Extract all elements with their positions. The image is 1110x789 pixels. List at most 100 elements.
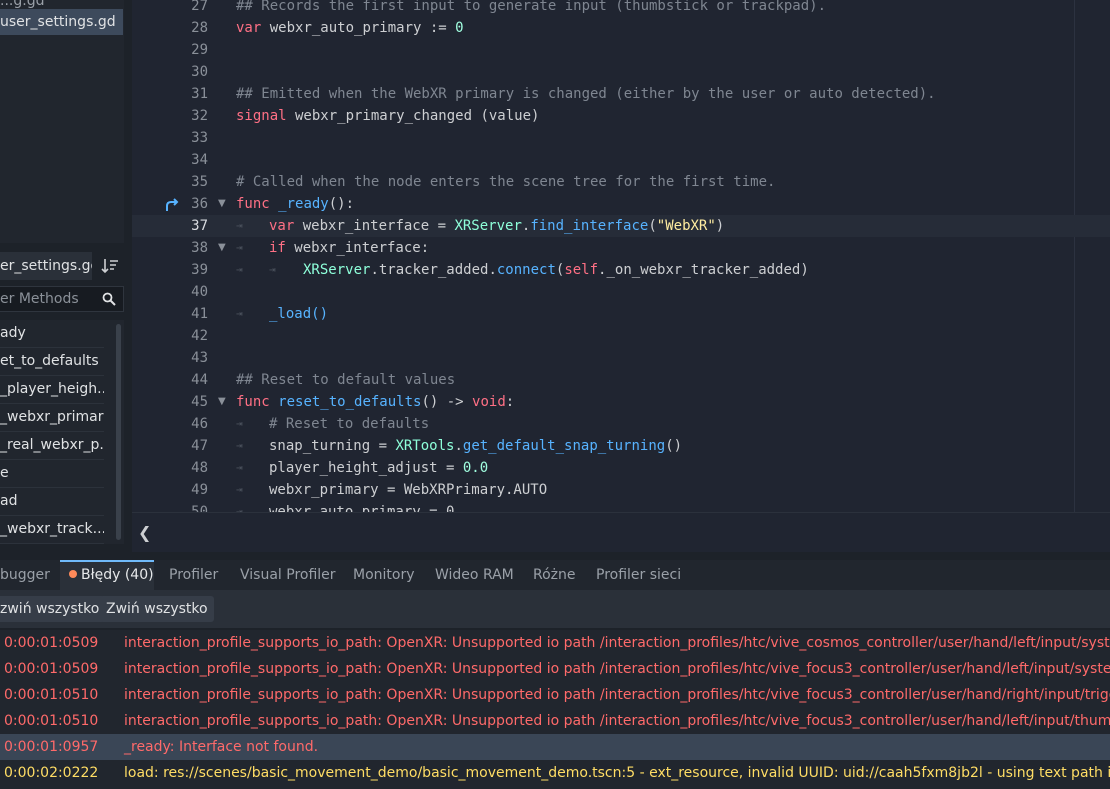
error-row[interactable]: 0:00:01:0510 interaction_profile_support… <box>0 708 1110 734</box>
bottom-panel-tabs: bugger Błędy (40) Profiler Visual Profil… <box>0 560 1110 590</box>
code-line: 29 <box>132 39 1110 61</box>
methods-scrollbar[interactable] <box>116 324 121 540</box>
line-number: 28 <box>191 20 208 36</box>
error-message: interaction_profile_supports_io_path: Op… <box>124 713 1110 729</box>
code-text: ## Reset to default values <box>236 372 456 388</box>
code-line: 48 ⇥ player_height_adjust = 0.0 <box>132 457 1110 479</box>
error-row[interactable]: 0:00:01:0509 interaction_profile_support… <box>0 656 1110 682</box>
tab-profiler[interactable]: Profiler <box>169 560 218 590</box>
error-time: 0:00:01:0957 <box>4 739 99 755</box>
line-number: 37 <box>191 218 208 234</box>
tab-debugger[interactable]: bugger <box>0 560 58 590</box>
code-line: 40 <box>132 281 1110 303</box>
code-text: XRServer.tracker_added.connect(self._on_… <box>303 262 809 278</box>
current-script-name: er_settings.gd <box>0 252 92 280</box>
line-number: 34 <box>191 152 208 168</box>
tab-visual-profiler[interactable]: Visual Profiler <box>240 560 336 590</box>
code-text: ## Emitted when the WebXR primary is cha… <box>236 86 936 102</box>
filter-methods-input[interactable]: er Methods <box>0 286 124 312</box>
error-row[interactable]: 0:00:01:0510 interaction_profile_support… <box>0 682 1110 708</box>
code-line: 39 ⇥ ⇥ XRServer.tracker_added.connect(se… <box>132 259 1110 281</box>
panel-splitter[interactable] <box>124 0 132 552</box>
error-time: 0:00:01:0510 <box>4 687 99 703</box>
method-item[interactable]: et_to_defaults <box>0 348 104 376</box>
fold-arrow-icon[interactable]: ▼ <box>218 193 230 215</box>
line-number: 49 <box>191 482 208 498</box>
script-file-list: ...g.gd user_settings.gd <box>0 0 124 243</box>
error-time: 0:00:01:0510 <box>4 713 99 729</box>
code-text: webxr_auto_primary = 0 <box>269 504 455 512</box>
tab-indicator-icon: ⇥ <box>236 219 243 232</box>
warning-row[interactable]: 0:00:02:0222 load: res://scenes/basic_mo… <box>0 760 1110 786</box>
line-number: 41 <box>191 306 208 322</box>
sort-icon[interactable] <box>100 256 120 276</box>
method-item[interactable]: ad <box>0 488 104 516</box>
code-line: 27 ## Records the first input to generat… <box>132 0 1110 17</box>
code-text: ## Records the first input to generate i… <box>236 0 827 14</box>
error-message: interaction_profile_supports_io_path: Op… <box>124 687 1110 703</box>
line-number: 44 <box>191 372 208 388</box>
expand-all-button[interactable]: zwiń wszystko <box>0 596 106 622</box>
tab-indicator-icon: ⇥ <box>236 439 243 452</box>
chevron-left-icon[interactable]: ❮ <box>138 523 151 542</box>
code-text: signal webxr_primary_changed (value) <box>236 108 540 124</box>
warning-dot-icon <box>69 570 77 578</box>
tab-indicator-icon: ⇥ <box>236 483 243 496</box>
code-text: # Reset to defaults <box>269 416 430 432</box>
code-line: 50 ⇥ webxr_auto_primary = 0 <box>132 501 1110 512</box>
code-text: func reset_to_defaults() -> void: <box>236 394 515 410</box>
code-text: snap_turning = XRTools.get_default_snap_… <box>269 438 683 454</box>
fold-arrow-icon[interactable]: ▼ <box>218 391 230 413</box>
error-time: 0:00:02:0222 <box>4 765 99 781</box>
line-number: 43 <box>191 350 208 366</box>
code-text: # Called when the node enters the scene … <box>236 174 776 190</box>
method-item[interactable]: _webxr_track... <box>0 516 104 544</box>
tab-monitors[interactable]: Monitory <box>353 560 415 590</box>
line-number: 48 <box>191 460 208 476</box>
line-number: 31 <box>191 86 208 102</box>
tab-indicator-icon: ⇥ <box>236 505 243 512</box>
error-message: interaction_profile_supports_io_path: Op… <box>124 661 1110 677</box>
error-message: _ready: Interface not found. <box>124 739 319 755</box>
file-item-selected[interactable]: user_settings.gd <box>0 9 123 35</box>
error-row-selected[interactable]: 0:00:01:0957 _ready: Interface not found… <box>0 734 1110 760</box>
code-line: 49 ⇥ webxr_primary = WebXRPrimary.AUTO <box>132 479 1110 501</box>
tab-misc[interactable]: Różne <box>533 560 576 590</box>
error-message: load: res://scenes/basic_movement_demo/b… <box>124 765 1110 781</box>
error-row[interactable]: 0:00:01:0509 interaction_profile_support… <box>0 630 1110 656</box>
line-number: 46 <box>191 416 208 432</box>
line-number: 35 <box>191 174 208 190</box>
code-line: 47 ⇥ snap_turning = XRTools.get_default_… <box>132 435 1110 457</box>
line-number: 39 <box>191 262 208 278</box>
code-line: 34 <box>132 149 1110 171</box>
method-item[interactable]: e <box>0 460 104 488</box>
code-line: 30 <box>132 61 1110 83</box>
tab-indicator-icon: ⇥ <box>236 461 243 474</box>
tab-network-profiler[interactable]: Profiler sieci <box>596 560 681 590</box>
panel-splitter[interactable] <box>0 552 1110 560</box>
collapse-all-button[interactable]: Zwiń wszystko <box>100 596 214 622</box>
code-editor[interactable]: 27 ## Records the first input to generat… <box>132 0 1110 512</box>
code-line: 35 # Called when the node enters the sce… <box>132 171 1110 193</box>
code-line: 31 ## Emitted when the WebXR primary is … <box>132 83 1110 105</box>
line-number: 27 <box>191 0 208 14</box>
code-line: 46 ⇥ # Reset to defaults <box>132 413 1110 435</box>
line-number: 45 <box>191 394 208 410</box>
method-item[interactable]: _webxr_primary <box>0 404 104 432</box>
tab-errors[interactable]: Błędy (40) <box>60 560 154 590</box>
code-line: 42 <box>132 325 1110 347</box>
code-line: 28 var webxr_auto_primary := 0 <box>132 17 1110 39</box>
tab-errors-label: Błędy (40) <box>81 567 154 583</box>
line-number: 42 <box>191 328 208 344</box>
bookmark-jump-icon[interactable] <box>164 197 180 213</box>
code-text: player_height_adjust = 0.0 <box>269 460 489 476</box>
method-item[interactable]: _player_heigh... <box>0 376 104 404</box>
tab-video-ram[interactable]: Wideo RAM <box>435 560 514 590</box>
code-text: func _ready(): <box>236 196 355 212</box>
fold-arrow-icon[interactable]: ▼ <box>218 237 230 259</box>
line-number: 30 <box>191 64 208 80</box>
code-text: _load() <box>269 306 329 322</box>
method-item[interactable]: _real_webxr_p... <box>0 432 104 460</box>
code-line: 33 <box>132 127 1110 149</box>
method-item[interactable]: ady <box>0 320 104 348</box>
